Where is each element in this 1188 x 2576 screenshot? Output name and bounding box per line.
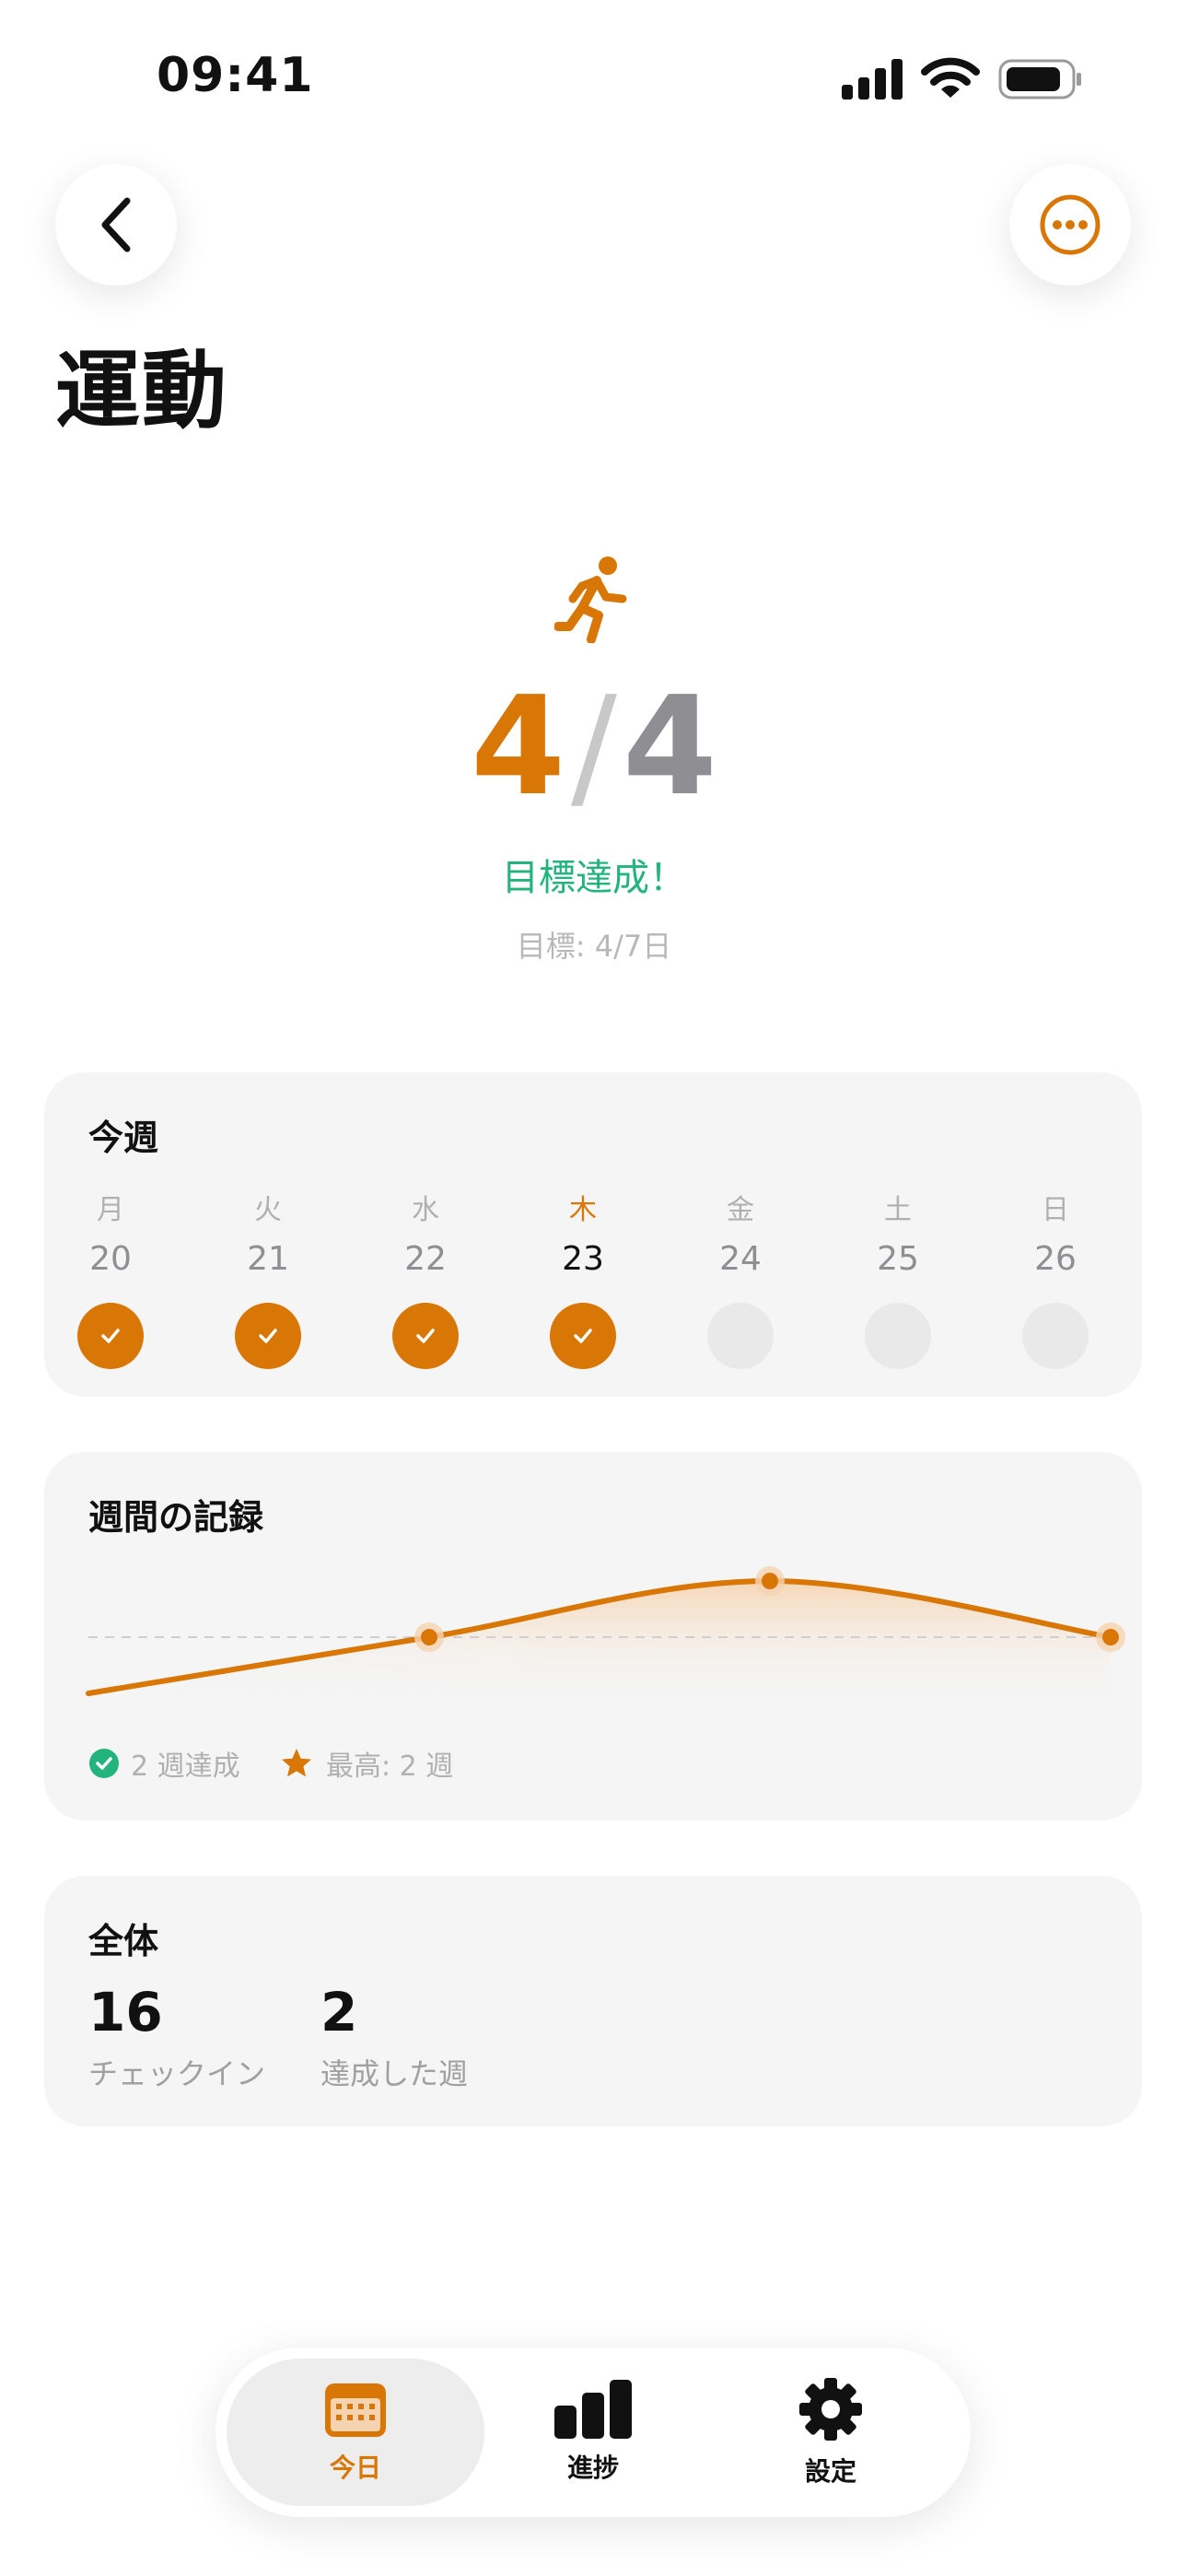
page-title: 運動 <box>55 342 229 440</box>
day-empty-indicator[interactable] <box>1022 1303 1089 1369</box>
day-checked-indicator[interactable] <box>392 1303 459 1369</box>
overall-title: 全体 <box>88 1921 159 1961</box>
running-figure-icon <box>554 556 627 643</box>
chart-point[interactable] <box>1102 1629 1119 1645</box>
tab-today-label: 今日 <box>329 2453 381 2483</box>
day-column[interactable]: 金 24 <box>685 1187 796 1369</box>
weekly-record-title: 週間の記録 <box>88 1497 264 1538</box>
legend-achieved-label: 2 週達成 <box>131 1751 240 1783</box>
day-column[interactable]: 月 20 <box>55 1187 166 1369</box>
day-name: 金 <box>727 1194 754 1226</box>
gear-icon <box>799 2378 862 2441</box>
back-button[interactable] <box>55 164 177 286</box>
day-name: 土 <box>884 1194 912 1226</box>
day-name: 月 <box>97 1194 124 1226</box>
cellular-signal-icon <box>842 59 903 100</box>
this-week-card: 今週 月 20 火 21 水 22 木 23 金 24 土 25 日 26 <box>44 1072 1142 1397</box>
stat-checkins: 16 チェックイン <box>88 1981 265 2093</box>
tab-progress[interactable]: 進捗 <box>464 2359 722 2506</box>
status-time: 09:41 <box>157 48 314 103</box>
tab-bar: 今日 進捗 設定 <box>215 2348 971 2517</box>
day-column[interactable]: 木 23 <box>528 1187 638 1369</box>
day-date: 25 <box>877 1240 919 1278</box>
tab-today[interactable]: 今日 <box>227 2359 484 2506</box>
day-column[interactable]: 火 21 <box>213 1187 323 1369</box>
chart-point[interactable] <box>421 1629 437 1645</box>
day-name: 水 <box>412 1194 439 1226</box>
day-date: 23 <box>562 1240 604 1278</box>
chart-area-fill <box>88 1581 1111 1701</box>
day-checked-indicator[interactable] <box>550 1303 616 1369</box>
day-date: 21 <box>247 1240 289 1278</box>
stat-checkins-label: チェックイン <box>88 2056 266 2091</box>
this-week-title: 今週 <box>88 1118 159 1158</box>
day-empty-indicator[interactable] <box>865 1303 931 1369</box>
goal-target-text: 目標: 4/7日 <box>516 929 672 964</box>
checkmark-icon <box>416 1329 435 1343</box>
bar-chart-icon <box>554 2380 632 2439</box>
completed-count: 4 <box>471 667 566 825</box>
day-date: 26 <box>1034 1240 1077 1278</box>
tab-settings[interactable]: 設定 <box>702 2359 960 2506</box>
stat-achieved-weeks-label: 達成した週 <box>320 2056 469 2091</box>
day-name: 火 <box>254 1194 282 1226</box>
day-checked-indicator[interactable] <box>235 1303 301 1369</box>
chart-point[interactable] <box>762 1573 778 1589</box>
day-column[interactable]: 土 25 <box>843 1187 953 1369</box>
check-circle-icon <box>89 1749 119 1778</box>
weekly-record-chart <box>86 1566 1125 1701</box>
day-name: 日 <box>1042 1194 1069 1226</box>
legend-achieved: 2 週達成 <box>88 1743 240 1784</box>
goal-achieved-message: 目標達成！ <box>502 857 686 899</box>
day-checked-indicator[interactable] <box>77 1303 144 1369</box>
checkmark-icon <box>574 1329 592 1343</box>
battery-icon <box>998 59 1081 100</box>
weekly-record-card: 週間の記録 2 週達成 最高: 2 週 <box>44 1452 1142 1821</box>
more-options-button[interactable] <box>1009 164 1131 286</box>
wifi-icon <box>921 57 980 98</box>
overall-card: 全体 16 チェックイン 2 達成した週 <box>44 1876 1142 2126</box>
day-empty-indicator[interactable] <box>707 1303 774 1369</box>
tab-progress-label: 進捗 <box>566 2453 619 2483</box>
total-count: 4 <box>622 667 717 825</box>
checkmark-icon <box>259 1329 277 1343</box>
checkmark-icon <box>101 1329 120 1343</box>
day-name: 木 <box>569 1194 597 1226</box>
day-date: 22 <box>404 1240 447 1278</box>
stat-checkins-value: 16 <box>88 1981 163 2043</box>
star-icon <box>282 1749 311 1777</box>
day-column[interactable]: 日 26 <box>1000 1187 1111 1369</box>
ellipsis-circle-icon <box>1040 194 1101 255</box>
day-date: 24 <box>719 1240 762 1278</box>
tab-settings-label: 設定 <box>804 2456 856 2487</box>
legend-best: 最高: 2 週 <box>280 1743 453 1784</box>
calendar-icon <box>325 2383 386 2437</box>
chevron-left-icon <box>101 197 131 252</box>
day-date: 20 <box>89 1240 132 1278</box>
stat-achieved-weeks-value: 2 <box>320 1981 358 2043</box>
day-column[interactable]: 水 22 <box>370 1187 481 1369</box>
ratio-slash: / <box>571 667 617 825</box>
progress-ratio: 4/4 <box>0 673 1188 820</box>
stat-achieved-weeks: 2 達成した週 <box>320 1981 468 2093</box>
legend-best-label: 最高: 2 週 <box>326 1751 454 1783</box>
